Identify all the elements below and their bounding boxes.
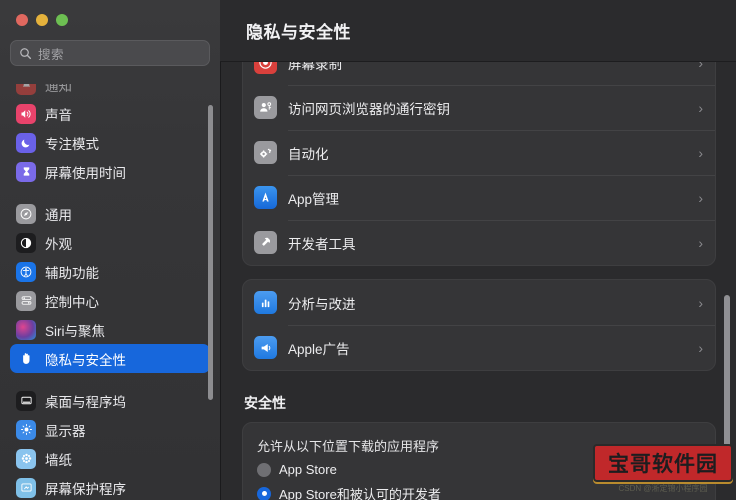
automation-icon: [254, 141, 277, 164]
sidebar-divider-2: [10, 373, 210, 386]
row-passkeys[interactable]: 访问网页浏览器的通行密钥 ›: [243, 85, 715, 130]
row-label: Apple广告: [288, 341, 350, 357]
chevron-right-icon: ›: [698, 339, 703, 356]
chevron-right-icon: ›: [698, 294, 703, 311]
privacy-hand-icon: [16, 349, 36, 369]
sidebar-item-label: 控制中心: [45, 294, 99, 310]
sidebar-divider-1: [10, 186, 210, 199]
watermark-subtitle: CSDN @淅定锦小程序园: [618, 484, 708, 493]
sidebar-item-label: 专注模式: [45, 136, 99, 152]
app-management-icon: [254, 186, 277, 209]
sidebar-item-label: 隐私与安全性: [45, 352, 126, 368]
sidebar-item-displays[interactable]: 显示器: [10, 415, 210, 444]
row-label: 访问网页浏览器的通行密钥: [288, 101, 450, 117]
sidebar-item-label: 桌面与程序坞: [45, 394, 126, 410]
close-button[interactable]: [16, 14, 28, 26]
displays-icon: [16, 419, 36, 440]
sidebar-item-label: 声音: [45, 107, 72, 123]
sidebar-item-accessibility[interactable]: 辅助功能: [10, 257, 210, 286]
sidebar-item-label: 墙纸: [45, 452, 72, 468]
row-automation[interactable]: 自动化 ›: [243, 130, 715, 175]
row-label: 开发者工具: [288, 236, 356, 252]
permissions-card: 屏幕录制 › 访问网页浏览器的通行密钥 › 自动化 › App管理 › 开发者工…: [242, 40, 716, 266]
sidebar-item-appearance[interactable]: 外观: [10, 228, 210, 257]
sidebar-item-label: 屏幕保护程序: [45, 481, 126, 497]
radio-icon[interactable]: [257, 462, 271, 477]
sidebar-item-label: 屏幕使用时间: [45, 165, 126, 181]
watermark-title: 宝哥软件园: [593, 444, 733, 482]
chevron-right-icon: ›: [698, 189, 703, 206]
notifications-icon: [16, 84, 36, 95]
control-center-icon: [16, 290, 36, 311]
row-app-management[interactable]: App管理 ›: [243, 175, 715, 220]
search-placeholder: 搜索: [38, 47, 65, 62]
search-container: 搜索: [0, 34, 220, 66]
sidebar-item-privacy-security[interactable]: 隐私与安全性: [10, 344, 210, 373]
sidebar-scroll-area[interactable]: 通知 声音 专注模式 屏幕使用时间 通用 外观 辅助功能 控制中心 Siri与聚…: [0, 84, 220, 500]
chevron-right-icon: ›: [698, 99, 703, 116]
sidebar-item-control-center[interactable]: 控制中心: [10, 286, 210, 315]
zoom-button[interactable]: [56, 14, 68, 26]
row-label: 自动化: [288, 146, 329, 162]
sidebar-item-label: Siri与聚焦: [45, 323, 105, 339]
sidebar-item-wallpaper[interactable]: 墙纸: [10, 444, 210, 473]
accessibility-icon: [16, 261, 36, 282]
chevron-right-icon: ›: [698, 144, 703, 161]
card-spacer-1: [242, 266, 716, 279]
analytics-card: 分析与改进 › Apple广告 ›: [242, 279, 716, 371]
sidebar-item-label: 显示器: [45, 423, 86, 439]
desktop-dock-icon: [16, 390, 36, 411]
main-scrollbar[interactable]: [724, 295, 730, 455]
row-label: App管理: [288, 191, 340, 207]
sidebar-item-screen-time[interactable]: 屏幕使用时间: [10, 157, 210, 186]
passkeys-icon: [254, 96, 277, 119]
row-label: 分析与改进: [288, 296, 356, 312]
appearance-icon: [16, 232, 36, 253]
sidebar-scrollbar[interactable]: [208, 105, 213, 400]
wallpaper-icon: [16, 448, 36, 469]
sound-icon: [16, 103, 36, 124]
sidebar-list: 通知 声音 专注模式 屏幕使用时间 通用 外观 辅助功能 控制中心 Siri与聚…: [0, 84, 220, 500]
search-input[interactable]: 搜索: [10, 40, 210, 66]
minimize-button[interactable]: [36, 14, 48, 26]
radio-label: App Store: [279, 462, 337, 477]
window-controls: [0, 0, 220, 34]
radio-label: App Store和被认可的开发者: [279, 487, 441, 500]
sidebar-item-notifications[interactable]: 通知: [10, 84, 210, 99]
analytics-icon: [254, 291, 277, 314]
developer-tools-icon: [254, 231, 277, 254]
page-title: 隐私与安全性: [246, 23, 351, 42]
main-titlebar: 隐私与安全性: [220, 0, 736, 62]
screensaver-icon: [16, 477, 36, 498]
sidebar-item-label: 通知: [45, 84, 72, 94]
search-icon: [19, 47, 32, 60]
row-analytics-improvements[interactable]: 分析与改进 ›: [243, 280, 715, 325]
apple-ads-icon: [254, 336, 277, 359]
sidebar-item-focus[interactable]: 专注模式: [10, 128, 210, 157]
row-apple-ads[interactable]: Apple广告 ›: [243, 325, 715, 370]
sidebar-item-desktop-dock[interactable]: 桌面与程序坞: [10, 386, 210, 415]
sidebar-item-sound[interactable]: 声音: [10, 99, 210, 128]
row-developer-tools[interactable]: 开发者工具 ›: [243, 220, 715, 265]
screen-time-icon: [16, 161, 36, 182]
focus-icon: [16, 132, 36, 153]
sidebar: 搜索 通知 声音 专注模式 屏幕使用时间 通用 外观 辅助功能 控制中心 Sir…: [0, 0, 220, 500]
sidebar-item-siri[interactable]: Siri与聚焦: [10, 315, 210, 344]
sidebar-item-general[interactable]: 通用: [10, 199, 210, 228]
sidebar-item-label: 外观: [45, 236, 72, 252]
sidebar-item-label: 通用: [45, 207, 72, 223]
siri-icon: [16, 319, 36, 340]
sidebar-item-label: 辅助功能: [45, 265, 99, 281]
general-icon: [16, 203, 36, 224]
radio-icon-selected[interactable]: [257, 486, 271, 500]
watermark: 宝哥软件园 CSDN @淅定锦小程序园: [593, 444, 733, 494]
security-section-heading: 安全性: [244, 395, 286, 411]
chevron-right-icon: ›: [698, 234, 703, 251]
system-settings-window: 搜索 通知 声音 专注模式 屏幕使用时间 通用 外观 辅助功能 控制中心 Sir…: [0, 0, 736, 500]
main-panel: 屏幕录制 › 访问网页浏览器的通行密钥 › 自动化 › App管理 › 开发者工…: [220, 0, 736, 500]
sidebar-item-screensaver[interactable]: 屏幕保护程序: [10, 473, 210, 500]
settings-content[interactable]: 屏幕录制 › 访问网页浏览器的通行密钥 › 自动化 › App管理 › 开发者工…: [220, 40, 736, 500]
